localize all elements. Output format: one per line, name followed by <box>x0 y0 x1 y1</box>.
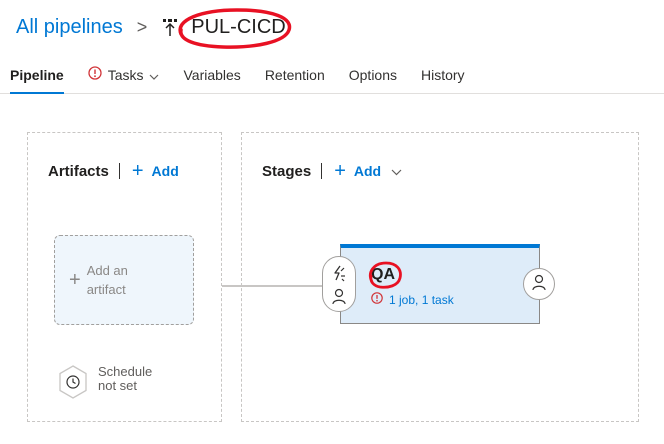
plus-icon: + <box>131 160 144 182</box>
artifacts-title: Artifacts <box>48 162 109 180</box>
pipeline-icon <box>161 16 179 38</box>
artifacts-header: Artifacts + Add <box>48 161 179 181</box>
tab-options[interactable]: Options <box>349 56 397 93</box>
all-pipelines-link[interactable]: All pipelines <box>16 16 123 39</box>
breadcrumb: All pipelines > PUL-CICD <box>16 7 292 49</box>
pipeline-name-text: PUL-CICD <box>191 15 286 38</box>
breadcrumb-separator: > <box>136 16 148 37</box>
chevron-down-icon <box>149 67 159 83</box>
schedule-line1: Schedule <box>98 364 153 379</box>
stages-title: Stages <box>262 162 312 180</box>
tab-label: History <box>421 66 465 83</box>
tab-label: Retention <box>264 66 325 83</box>
add-artifact-button[interactable]: + Add an artifact <box>54 235 194 325</box>
divider <box>118 163 120 179</box>
stage-status[interactable]: 1 job, 1 task <box>371 292 454 307</box>
tab-retention[interactable]: Retention <box>265 56 325 93</box>
tab-label: Variables <box>183 66 241 83</box>
add-stage-button[interactable]: + Add <box>334 161 402 181</box>
tab-label: Options <box>348 66 397 83</box>
add-artifact-line1: Add an <box>86 263 128 278</box>
plus-icon: + <box>334 160 346 182</box>
post-deployment-approvals-button[interactable] <box>523 268 555 300</box>
person-icon <box>530 273 548 296</box>
lightning-icon[interactable] <box>330 264 348 282</box>
pre-deployment-conditions <box>322 256 356 312</box>
error-icon <box>371 292 383 307</box>
tab-bar: Pipeline Tasks Variables Retention Optio… <box>0 56 664 94</box>
chevron-down-icon <box>391 163 402 179</box>
tab-pipeline[interactable]: Pipeline <box>10 56 64 94</box>
page-title: PUL-CICD <box>178 7 292 49</box>
artifacts-panel: Artifacts + Add + Add an artifact Schedu… <box>27 132 222 422</box>
add-artifact-line2: artifact <box>86 282 126 297</box>
add-label: Add <box>353 163 382 179</box>
add-label: Add <box>151 163 179 179</box>
tab-variables[interactable]: Variables <box>183 56 240 93</box>
person-icon[interactable] <box>330 287 348 305</box>
stage-name[interactable]: QA <box>368 261 402 289</box>
divider <box>321 163 323 179</box>
add-artifact-header-button[interactable]: + Add <box>132 161 179 181</box>
stage-status-text: 1 job, 1 task <box>389 292 454 307</box>
stage-name-text: QA <box>371 266 395 283</box>
tab-label: Pipeline <box>10 66 64 83</box>
schedule-line2: not set <box>98 378 138 393</box>
add-artifact-label: Add an artifact <box>87 261 167 299</box>
plus-icon: + <box>69 268 81 291</box>
schedule-trigger[interactable]: Schedule not set <box>58 365 168 399</box>
clock-icon <box>58 365 88 399</box>
warning-icon <box>88 66 102 83</box>
stages-header: Stages + Add <box>262 161 402 181</box>
tab-history[interactable]: History <box>421 56 465 93</box>
stage-card-qa[interactable]: QA 1 job, 1 task <box>340 244 540 324</box>
schedule-label: Schedule not set <box>98 365 168 393</box>
tab-tasks[interactable]: Tasks <box>88 56 160 93</box>
tab-label: Tasks <box>107 66 144 83</box>
